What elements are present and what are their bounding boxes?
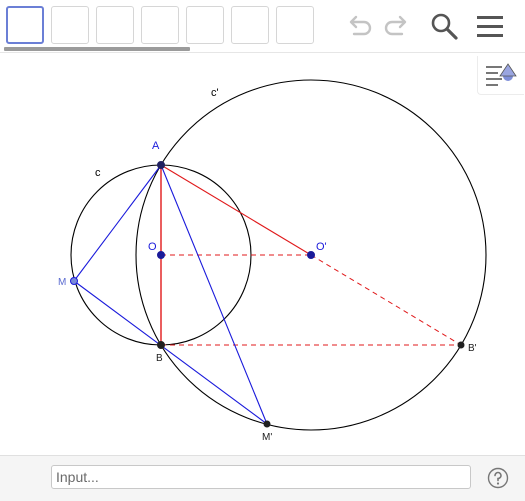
- toolbar: [0, 0, 525, 52]
- point-O-prime[interactable]: [307, 251, 315, 259]
- label-B: B: [156, 353, 163, 364]
- label-circle-c: c: [95, 167, 101, 179]
- graphics-view[interactable]: A B O O' B' M M' c c': [0, 53, 525, 455]
- style-bar-toggle-icon: [486, 63, 517, 86]
- label-M: M: [58, 277, 66, 288]
- label-M-prime: M': [262, 432, 272, 443]
- point-O[interactable]: [157, 251, 165, 259]
- input-bar: [0, 455, 525, 501]
- tool-button-1[interactable]: [6, 6, 44, 44]
- tool-button-3[interactable]: [96, 6, 134, 44]
- segment-A-Oprime[interactable]: [160, 164, 312, 256]
- tool-button-6[interactable]: [231, 6, 269, 44]
- search-icon[interactable]: [428, 10, 460, 42]
- tool-button-4[interactable]: [141, 6, 179, 44]
- segment-Oprime-Bprime[interactable]: [310, 254, 462, 346]
- algebra-input[interactable]: [51, 465, 471, 489]
- tool-button-2[interactable]: [51, 6, 89, 44]
- point-B[interactable]: [157, 341, 165, 349]
- label-A: A: [152, 140, 160, 152]
- label-B-prime: B': [468, 343, 477, 354]
- label-O-prime: O': [316, 241, 327, 253]
- redo-icon[interactable]: [380, 10, 412, 42]
- toolbar-scroll-indicator: [4, 47, 190, 51]
- label-O: O: [148, 241, 157, 253]
- menu-icon[interactable]: [474, 10, 506, 42]
- point-M-prime[interactable]: [263, 420, 271, 428]
- segment-A-M[interactable]: [73, 164, 162, 282]
- tool-button-7[interactable]: [276, 6, 314, 44]
- undo-icon[interactable]: [344, 10, 376, 42]
- help-icon[interactable]: [487, 467, 509, 489]
- tool-button-5[interactable]: [186, 6, 224, 44]
- point-A[interactable]: [157, 161, 165, 169]
- point-M[interactable]: [70, 277, 78, 285]
- label-circle-c-prime: c': [211, 87, 219, 99]
- style-bar-toggle[interactable]: [477, 56, 524, 95]
- point-B-prime[interactable]: [457, 341, 465, 349]
